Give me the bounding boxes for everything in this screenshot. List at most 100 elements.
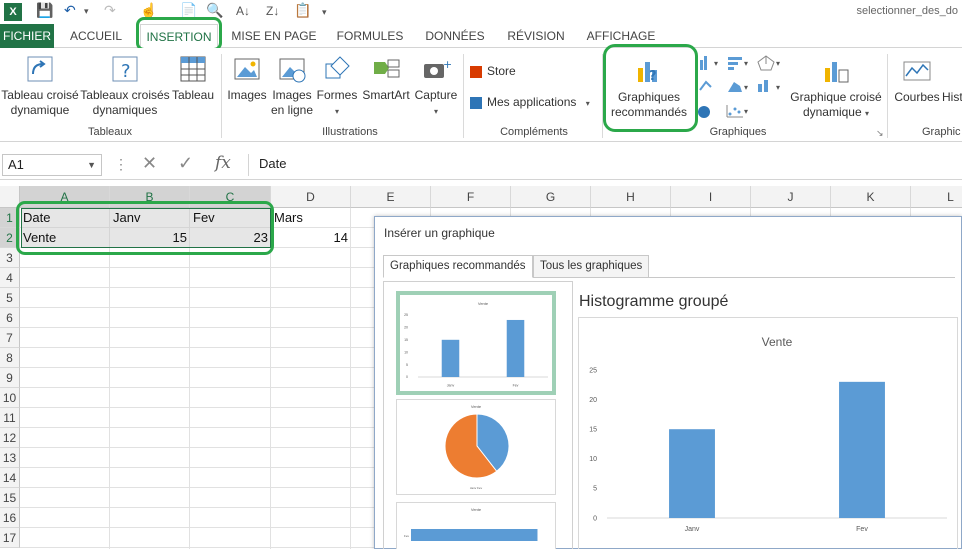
- y-tick-label: 10: [589, 456, 597, 463]
- column-chart-icon: [700, 56, 707, 70]
- column-header-h[interactable]: H: [591, 186, 671, 208]
- row-header-16[interactable]: 16: [0, 508, 20, 528]
- pivot-table-icon: [25, 54, 55, 84]
- sparkline-hist-button[interactable]: Hist: [942, 56, 962, 105]
- shapes-icon: [322, 54, 352, 84]
- row-header-4[interactable]: 4: [0, 268, 20, 288]
- pivot-chart-label: Graphique croisé: [790, 90, 882, 104]
- row-header-7[interactable]: 7: [0, 328, 20, 348]
- tab-page-layout[interactable]: MISE EN PAGE: [226, 24, 322, 48]
- row-header-14[interactable]: 14: [0, 468, 20, 488]
- column-header-l[interactable]: L: [911, 186, 962, 208]
- undo-dropdown-icon[interactable]: ▾: [84, 6, 89, 17]
- cancel-icon[interactable]: ✕: [142, 153, 157, 174]
- area-chart-icon: [728, 82, 742, 92]
- y-tick-label: 0: [593, 515, 597, 522]
- confirm-icon[interactable]: ✓: [178, 153, 193, 174]
- pie-legend: Janv Fev: [470, 486, 483, 490]
- column-header-g[interactable]: G: [511, 186, 591, 208]
- row-header-11[interactable]: 11: [0, 408, 20, 428]
- svg-text:+: +: [443, 58, 451, 71]
- thumbnail-bar[interactable]: Vente Fev: [396, 502, 556, 549]
- y-tick-label: 20: [589, 397, 597, 404]
- smartart-button[interactable]: SmartArt: [360, 54, 412, 103]
- preview-chart: Vente 0 5 10 15 20 25 Janv Fev: [589, 335, 947, 533]
- column-header-i[interactable]: I: [671, 186, 751, 208]
- thumbnail-bar-chart: Vente Fev: [404, 507, 538, 541]
- store-button[interactable]: Store: [470, 64, 600, 79]
- my-apps-button[interactable]: Mes applications ▾: [470, 95, 600, 111]
- thumbnail-column-chart: Vente 0 5 10 15 20 25 Janv Fev: [404, 301, 548, 388]
- cell-d2[interactable]: 14: [271, 228, 351, 248]
- images-button[interactable]: Images: [224, 54, 270, 103]
- row-header-6[interactable]: 6: [0, 308, 20, 328]
- column-header-f[interactable]: F: [431, 186, 511, 208]
- row-header-10[interactable]: 10: [0, 388, 20, 408]
- y-tick-label: 5: [593, 486, 597, 493]
- sparkline-lines-label: Courbes: [894, 90, 940, 104]
- cell-d1[interactable]: Mars: [271, 208, 351, 228]
- row-header-9[interactable]: 9: [0, 368, 20, 388]
- row-header-5[interactable]: 5: [0, 288, 20, 308]
- recommended-pivot-button[interactable]: ? Tableaux croisés dynamiques: [80, 54, 170, 118]
- column-header-j[interactable]: J: [751, 186, 831, 208]
- customize-qat-icon[interactable]: ▾: [322, 7, 327, 18]
- camera-icon: +: [421, 54, 452, 84]
- shapes-button[interactable]: Formes ▾: [314, 54, 360, 119]
- ribbon-separator: [463, 54, 464, 138]
- row-header-17[interactable]: 17: [0, 528, 20, 548]
- chart-type-gallery: ▾ ▾ ▾ ▾ ▾ ▾: [698, 54, 782, 120]
- row-header-13[interactable]: 13: [0, 448, 20, 468]
- tab-file[interactable]: FICHIER: [0, 24, 54, 48]
- grid-line: [109, 208, 110, 549]
- dialog-launcher-icon[interactable]: ↘: [876, 128, 884, 139]
- tab-home[interactable]: ACCUEIL: [62, 24, 130, 48]
- svg-text:▾: ▾: [714, 59, 718, 68]
- x-tick-label: Janv: [685, 526, 700, 533]
- column-header-k[interactable]: K: [831, 186, 911, 208]
- dialog-tabs: Graphiques recommandés Tous les graphiqu…: [383, 255, 955, 278]
- capture-button[interactable]: + Capture ▾: [412, 54, 460, 119]
- tab-review[interactable]: RÉVISION: [500, 24, 572, 48]
- pivot-table-button[interactable]: Tableau croisé dynamique: [0, 54, 80, 118]
- row-header-8[interactable]: 8: [0, 348, 20, 368]
- column-header-d[interactable]: D: [271, 186, 351, 208]
- chart-title: Vente: [478, 301, 489, 306]
- sort-za-icon[interactable]: Z↓: [266, 4, 279, 18]
- undo-icon[interactable]: ↶: [64, 2, 76, 19]
- thumbnail-clustered-column[interactable]: Vente 0 5 10 15 20 25 Janv Fev: [396, 291, 556, 395]
- pivot-table-label: Tableau croisé: [1, 88, 79, 102]
- save-icon[interactable]: 💾: [36, 2, 53, 19]
- sparkline-lines-button[interactable]: Courbes: [892, 56, 942, 105]
- y-tick-label: 15: [589, 427, 597, 434]
- format-icon[interactable]: 📋: [294, 2, 311, 19]
- bar-chart-icon: [728, 57, 742, 70]
- row-header-12[interactable]: 12: [0, 428, 20, 448]
- thumbnail-pie[interactable]: Vente Janv Fev: [396, 399, 556, 495]
- formula-input[interactable]: Date: [248, 154, 960, 176]
- name-box[interactable]: A1 ▼: [2, 154, 102, 176]
- table-button[interactable]: Tableau: [170, 54, 216, 103]
- recommended-charts-highlight: [603, 44, 698, 132]
- sort-az-icon[interactable]: A↓: [236, 4, 250, 18]
- redo-icon[interactable]: ↷: [104, 2, 116, 19]
- excel-app-icon: X: [4, 3, 22, 21]
- y-tick-label: 5: [406, 363, 408, 367]
- chevron-down-icon: ▼: [87, 160, 96, 170]
- group-label-complements: Compléments: [500, 126, 568, 138]
- radar-chart-icon: [757, 55, 775, 71]
- online-images-button[interactable]: Images en ligne: [270, 54, 314, 118]
- tab-formulas[interactable]: FORMULES: [330, 24, 410, 48]
- insert-function-icon[interactable]: fx: [215, 153, 231, 173]
- insert-chart-dialog: Insérer un graphique Graphiques recomman…: [374, 216, 962, 549]
- pivot-chart-button[interactable]: Graphique croisé dynamique ▾: [786, 56, 886, 121]
- more-options-icon[interactable]: ⋮: [114, 156, 128, 173]
- tab-recommended-charts[interactable]: Graphiques recommandés: [383, 255, 533, 278]
- column-header-e[interactable]: E: [351, 186, 431, 208]
- pivot-table-label-2: dynamique: [10, 103, 70, 117]
- tab-data[interactable]: DONNÉES: [418, 24, 492, 48]
- y-tick-label: 0: [406, 375, 408, 379]
- tab-all-charts[interactable]: Tous les graphiques: [533, 255, 650, 278]
- row-header-15[interactable]: 15: [0, 488, 20, 508]
- smartart-icon: [371, 54, 401, 84]
